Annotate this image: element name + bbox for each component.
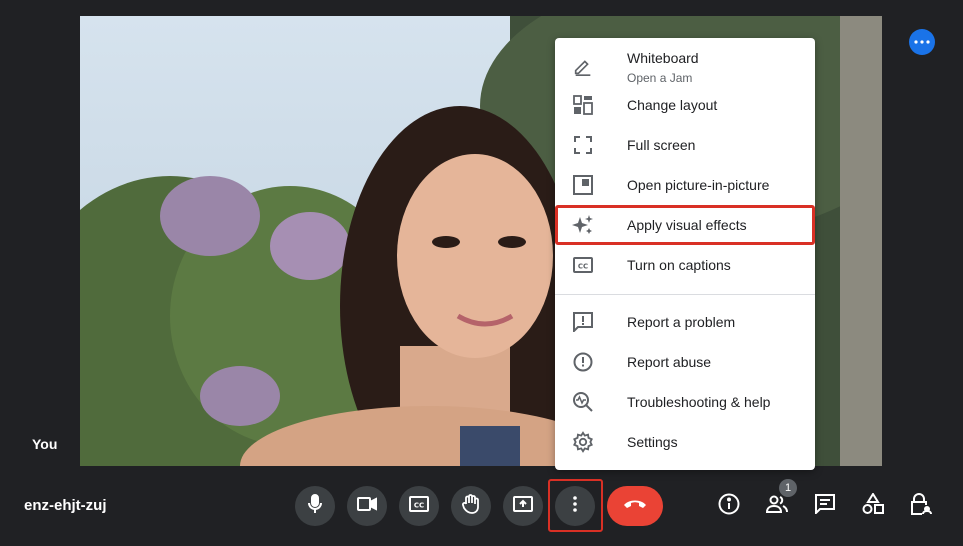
chat-button[interactable]	[809, 490, 841, 522]
present-button[interactable]	[503, 486, 543, 526]
menu-item-label: Turn on captions	[627, 257, 731, 273]
menu-item-picture-in-picture[interactable]: Open picture-in-picture	[555, 165, 815, 205]
hang-up-icon	[623, 497, 647, 515]
people-count-badge: 1	[779, 479, 797, 497]
menu-item-label: Change layout	[627, 97, 718, 113]
meeting-details-button[interactable]	[713, 490, 745, 522]
camera-button[interactable]	[347, 486, 387, 526]
people-icon	[765, 495, 789, 518]
leave-call-button[interactable]	[607, 486, 663, 526]
menu-item-change-layout[interactable]: Change layout	[555, 85, 815, 125]
svg-text:CC: CC	[578, 263, 588, 271]
menu-item-whiteboard[interactable]: Whiteboard Open a Jam	[555, 42, 815, 90]
sparkle-icon	[571, 213, 595, 237]
host-controls-button[interactable]	[905, 490, 937, 522]
activities-button[interactable]	[857, 490, 889, 522]
meeting-code: enz-ehjt-zuj	[24, 497, 107, 514]
menu-item-captions[interactable]: CC Turn on captions	[555, 245, 815, 285]
more-vertical-icon	[573, 495, 577, 517]
troubleshoot-icon	[571, 390, 595, 414]
more-options-menu: Whiteboard Open a Jam Change layout Full…	[555, 38, 815, 470]
menu-item-full-screen[interactable]: Full screen	[555, 125, 815, 165]
hand-icon	[462, 493, 480, 519]
raise-hand-button[interactable]	[451, 486, 491, 526]
menu-item-sublabel: Open a Jam	[627, 71, 693, 85]
menu-item-label: Settings	[627, 434, 678, 450]
more-options-button[interactable]	[555, 486, 595, 526]
gear-icon	[571, 430, 595, 454]
camera-icon	[357, 496, 377, 516]
pip-icon	[571, 173, 595, 197]
present-icon	[513, 495, 533, 517]
menu-item-troubleshooting[interactable]: Troubleshooting & help	[555, 382, 815, 422]
info-icon	[718, 493, 740, 520]
svg-text:CC: CC	[414, 501, 424, 509]
menu-item-label: Report a problem	[627, 314, 736, 330]
menu-item-report-problem[interactable]: Report a problem	[555, 302, 815, 342]
captions-icon: CC	[571, 253, 595, 277]
captions-icon: CC	[409, 495, 429, 517]
menu-item-label: Full screen	[627, 137, 696, 153]
captions-button[interactable]: CC	[399, 486, 439, 526]
pencil-icon	[571, 54, 595, 78]
self-label: You	[32, 436, 58, 452]
microphone-icon	[307, 493, 323, 519]
menu-item-label: Troubleshooting & help	[627, 394, 771, 410]
menu-item-report-abuse[interactable]: Report abuse	[555, 342, 815, 382]
menu-item-settings[interactable]: Settings	[555, 422, 815, 462]
microphone-button[interactable]	[295, 486, 335, 526]
menu-item-visual-effects[interactable]: Apply visual effects	[555, 205, 815, 245]
chat-icon	[815, 493, 835, 519]
feedback-icon	[571, 310, 595, 334]
lock-person-icon	[910, 492, 932, 520]
menu-item-label: Whiteboard	[627, 50, 699, 66]
menu-item-label: Apply visual effects	[627, 217, 747, 233]
alert-icon	[571, 350, 595, 374]
menu-divider	[555, 294, 815, 295]
shapes-icon	[862, 491, 884, 520]
menu-item-label: Report abuse	[627, 354, 712, 370]
layout-icon	[571, 93, 595, 117]
menu-item-label: Open picture-in-picture	[627, 177, 770, 193]
more-options-icon[interactable]	[909, 29, 935, 55]
fullscreen-icon	[571, 133, 595, 157]
